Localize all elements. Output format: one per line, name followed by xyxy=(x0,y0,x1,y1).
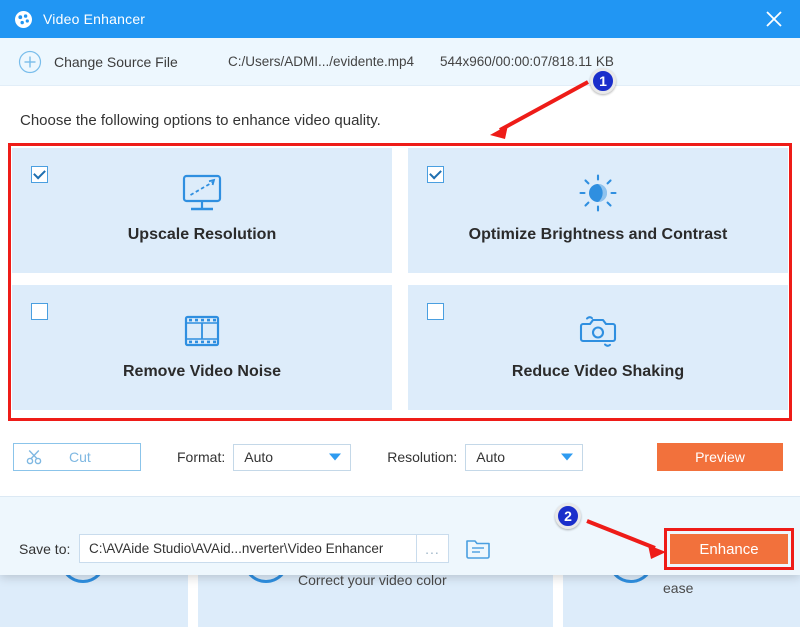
option-card-remove-video-noise[interactable]: Remove Video Noise xyxy=(12,285,392,410)
resolution-label: Resolution: xyxy=(387,449,458,465)
option-label-reduce-video-shaking: Reduce Video Shaking xyxy=(511,363,685,380)
source-file-path: C:/Users/ADMI.../evidente.mp4 xyxy=(228,54,415,69)
resolution-select[interactable]: Auto xyxy=(465,443,584,471)
format-select-value: Auto xyxy=(244,449,274,465)
folder-open-icon[interactable] xyxy=(463,534,492,561)
video-enhancer-screen: Correct your video color ease Video Enha… xyxy=(0,0,800,627)
settings-toolbar: Cut Format: Auto Resolution: Auto Previe… xyxy=(0,432,800,482)
source-file-bar: Change Source File C:/Users/ADMI.../evid… xyxy=(0,38,800,86)
sun-brightness-icon xyxy=(571,170,625,218)
option-checkbox-remove-video-noise[interactable] xyxy=(31,303,48,320)
preview-button[interactable]: Preview xyxy=(657,443,783,471)
camera-shake-icon xyxy=(571,307,625,355)
option-card-reduce-video-shaking[interactable]: Reduce Video Shaking xyxy=(408,285,788,410)
chevron-down-icon xyxy=(561,453,574,461)
cut-button-label: Cut xyxy=(69,449,91,465)
save-to-label: Save to: xyxy=(19,541,71,557)
monitor-upscale-icon xyxy=(175,170,229,218)
background-text-2: ease xyxy=(663,580,694,596)
save-row: Save to: C:\AVAide Studio\AVAid...nverte… xyxy=(0,497,800,575)
film-strip-icon xyxy=(175,307,229,355)
option-card-optimize-brightness[interactable]: Optimize Brightness and Contrast xyxy=(408,148,788,273)
save-path-value: C:\AVAide Studio\AVAid...nverter\Video E… xyxy=(89,541,384,556)
option-label-optimize-brightness: Optimize Brightness and Contrast xyxy=(468,226,728,243)
enhance-options-grid: Upscale Resolution Optimize Brightness a… xyxy=(12,148,788,418)
option-checkbox-reduce-video-shaking[interactable] xyxy=(427,303,444,320)
option-label-remove-video-noise: Remove Video Noise xyxy=(123,363,281,380)
browse-button[interactable]: ... xyxy=(417,534,449,563)
option-checkbox-upscale-resolution[interactable] xyxy=(31,166,48,183)
video-enhancer-dialog: Video Enhancer Change Source File C:/Use… xyxy=(0,0,800,575)
title-bar: Video Enhancer xyxy=(0,0,800,38)
cut-button[interactable]: Cut xyxy=(13,443,141,471)
option-label-upscale-resolution: Upscale Resolution xyxy=(127,226,277,243)
resolution-select-value: Auto xyxy=(476,449,506,465)
format-label: Format: xyxy=(177,449,226,465)
format-select[interactable]: Auto xyxy=(233,443,352,471)
window-title: Video Enhancer xyxy=(43,11,146,27)
instruction-text: Choose the following options to enhance … xyxy=(20,112,381,129)
chevron-down-icon xyxy=(329,453,342,461)
source-file-meta: 544x960/00:00:07/818.11 KB xyxy=(440,54,614,69)
option-checkbox-optimize-brightness[interactable] xyxy=(427,166,444,183)
save-path-input[interactable]: C:\AVAide Studio\AVAid...nverter\Video E… xyxy=(79,534,417,563)
close-icon[interactable] xyxy=(762,7,786,31)
change-source-file-button[interactable]: Change Source File xyxy=(54,54,178,70)
option-card-upscale-resolution[interactable]: Upscale Resolution xyxy=(12,148,392,273)
plus-circle-icon[interactable] xyxy=(18,50,42,74)
scissors-icon xyxy=(25,448,43,466)
palette-icon xyxy=(14,10,33,29)
